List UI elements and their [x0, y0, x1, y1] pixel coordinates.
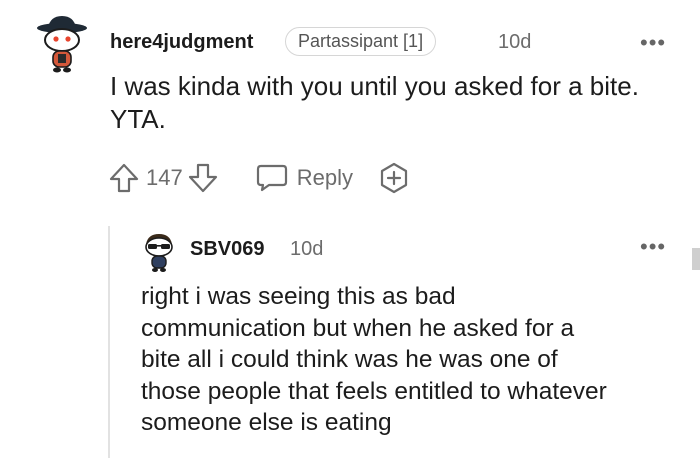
reply-body-line: those people that feels entitled to what… — [141, 377, 607, 405]
reply-body-line: someone else is eating — [141, 409, 392, 436]
scrollbar-thumb[interactable] — [692, 248, 700, 270]
comment-action-bar: 147 Reply — [108, 160, 411, 196]
award-button[interactable] — [377, 161, 411, 195]
user-flair: Partassipant [1] — [285, 27, 437, 56]
reply-timestamp: 10d — [290, 238, 324, 260]
chat-bubble-icon — [256, 164, 287, 192]
award-plus-icon — [380, 162, 408, 194]
comment-body-line: YTA. — [110, 104, 166, 134]
upvote-button[interactable] — [108, 162, 140, 194]
reply-more-options-button[interactable]: ••• — [640, 234, 666, 260]
comment-body-line: I was kinda with you until you asked for… — [110, 71, 639, 101]
comment-username[interactable]: here4judgment — [110, 31, 253, 54]
reply-username[interactable]: SBV069 — [190, 238, 265, 261]
snoo-sunglasses-avatar-icon — [145, 234, 173, 272]
downvote-arrow-icon — [188, 163, 217, 193]
reply-body-line: right i was seeing this as bad — [141, 283, 456, 310]
comment-body: I was kinda with you until you asked for… — [110, 70, 690, 136]
reply-button-label: Reply — [296, 165, 353, 190]
comment-more-options-button[interactable]: ••• — [640, 30, 666, 56]
reply-body-line: communication but when he asked for a — [141, 314, 575, 342]
reply-body-line: bite all i could think was he was one of — [141, 346, 558, 373]
user-avatar[interactable] — [36, 14, 88, 73]
upvote-arrow-icon — [109, 163, 139, 193]
downvote-button[interactable] — [187, 162, 219, 194]
reply-body: right i was seeing this as bad communica… — [141, 281, 691, 439]
comment-timestamp: 10d — [498, 31, 532, 53]
snoo-cowboy-hat-avatar-icon — [37, 16, 87, 73]
reply-button[interactable]: Reply — [255, 163, 353, 193]
vote-score: 147 — [146, 165, 183, 190]
user-avatar[interactable] — [142, 232, 194, 284]
thread-line[interactable] — [108, 226, 110, 458]
